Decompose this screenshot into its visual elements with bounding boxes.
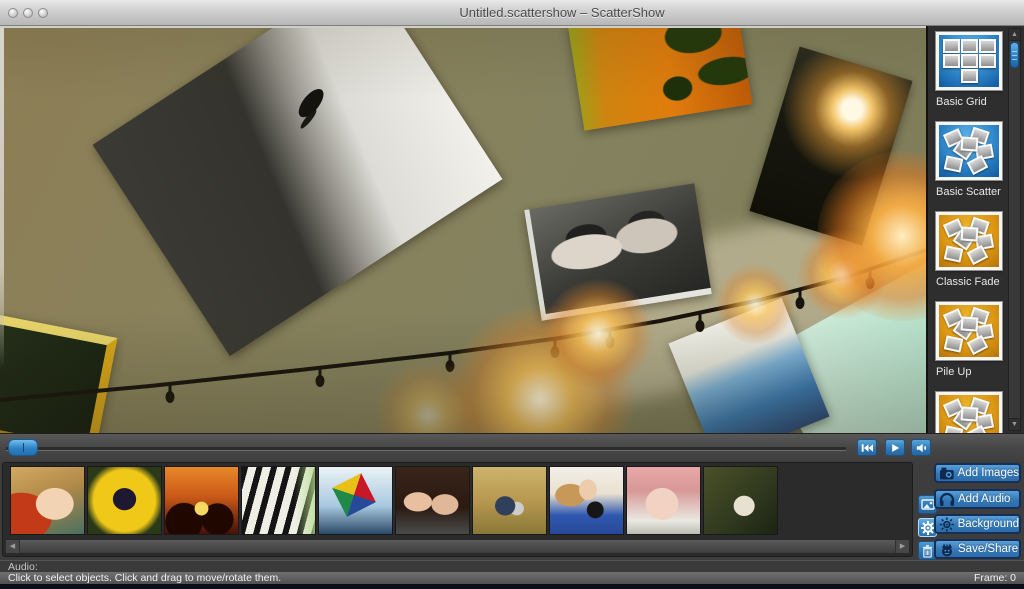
template-thumbnail[interactable] — [936, 392, 1002, 433]
mini-photo — [961, 39, 978, 53]
mini-photo — [944, 335, 964, 352]
add-images-button[interactable]: Add Images — [934, 463, 1021, 483]
filmstrip — [11, 467, 777, 534]
camera-icon — [939, 466, 955, 481]
mini-photo — [944, 155, 964, 172]
mini-photo — [979, 54, 996, 68]
filmstrip-thumbnail[interactable] — [550, 467, 623, 534]
template-thumbnail[interactable] — [936, 212, 1002, 270]
filmstrip-panel: ◀ ▶ — [2, 462, 913, 557]
transport-bar — [0, 433, 1024, 461]
scroll-down-icon[interactable]: ▼ — [1009, 418, 1020, 430]
scroll-up-icon[interactable]: ▲ — [1009, 29, 1020, 41]
template-label: Basic Scatter — [936, 186, 1002, 199]
mini-photo — [979, 39, 996, 53]
save-share-button[interactable]: Save/Share — [934, 539, 1021, 559]
background-button[interactable]: Background — [934, 514, 1021, 534]
play-button[interactable] — [885, 439, 905, 456]
scroll-right-icon[interactable]: ▶ — [895, 540, 909, 553]
audio-status-bar: Audio: — [0, 560, 1024, 572]
add-images-label: Add Images — [958, 467, 1019, 479]
filmstrip-thumbnail[interactable] — [165, 467, 238, 534]
volume-button[interactable] — [911, 439, 931, 456]
background-label: Background — [958, 518, 1019, 530]
template-thumbnail[interactable] — [936, 302, 1002, 360]
crown-icon — [939, 542, 955, 557]
mini-photo — [961, 226, 979, 241]
mini-photo — [961, 406, 979, 421]
canvas-left-edge — [0, 28, 4, 368]
background-image-icon — [921, 498, 935, 511]
filmstrip-thumbnail[interactable] — [627, 467, 700, 534]
mini-photo — [943, 54, 960, 68]
template-thumbnail[interactable] — [936, 122, 1002, 180]
template-list: Basic Grid Basic Scatter Classic Fade Pi… — [936, 32, 1002, 433]
play-icon — [890, 443, 900, 453]
template-item-basic-grid[interactable]: Basic Grid — [936, 32, 1002, 109]
template-item-partial[interactable] — [936, 392, 1002, 433]
filmstrip-scrollbar[interactable]: ◀ ▶ — [5, 539, 910, 554]
title-bar[interactable]: Untitled.scattershow – ScatterShow — [0, 0, 1024, 26]
filmstrip-thumbnail[interactable] — [704, 467, 777, 534]
template-label: Basic Grid — [936, 96, 1002, 109]
headphones-icon — [939, 492, 955, 507]
filmstrip-thumbnail[interactable] — [396, 467, 469, 534]
desktop-strip — [0, 584, 1024, 589]
template-item-basic-scatter[interactable]: Basic Scatter — [936, 122, 1002, 199]
mini-photo — [943, 39, 960, 53]
bottom-panel: ◀ ▶ — [0, 461, 1024, 560]
preview-canvas[interactable] — [0, 26, 926, 433]
mini-photo — [944, 245, 964, 262]
mini-photo — [961, 316, 979, 331]
skip-to-start-icon — [861, 443, 873, 453]
frame-counter: Frame: 0 — [974, 572, 1016, 584]
template-label: Classic Fade — [936, 276, 1002, 289]
trash-icon — [921, 544, 934, 558]
filmstrip-thumbnail[interactable] — [319, 467, 392, 534]
window-title: Untitled.scattershow – ScatterShow — [459, 0, 664, 26]
hint-status-bar: Click to select objects. Click and drag … — [0, 572, 1024, 584]
zoom-window-button[interactable] — [38, 8, 48, 18]
hint-text: Click to select objects. Click and drag … — [8, 572, 281, 584]
speaker-icon — [915, 443, 927, 453]
timeline-track[interactable] — [6, 447, 846, 451]
filmstrip-thumbnail[interactable] — [242, 467, 315, 534]
timeline-scrubber-handle[interactable] — [8, 439, 38, 456]
filmstrip-thumbnail[interactable] — [88, 467, 161, 534]
mini-photo — [961, 54, 978, 68]
template-label: Pile Up — [936, 366, 1002, 379]
mini-photo — [961, 136, 979, 151]
close-window-button[interactable] — [8, 8, 18, 18]
kite-graphic — [325, 467, 383, 524]
mini-photo — [961, 69, 978, 83]
template-item-pile-up[interactable]: Pile Up — [936, 302, 1002, 379]
sun-icon — [939, 517, 955, 532]
add-audio-label: Add Audio — [958, 493, 1010, 505]
scattershow-window: Untitled.scattershow – ScatterShow — [0, 0, 1024, 589]
add-audio-button[interactable]: Add Audio — [934, 489, 1021, 509]
scrollbar-thumb[interactable] — [1010, 42, 1019, 68]
save-share-label: Save/Share — [958, 543, 1018, 555]
scroll-left-icon[interactable]: ◀ — [6, 540, 20, 553]
string-lights-wire — [0, 28, 926, 433]
templates-sidebar: Basic Grid Basic Scatter Classic Fade Pi… — [926, 26, 1024, 433]
minimize-window-button[interactable] — [23, 8, 33, 18]
template-item-classic-fade[interactable]: Classic Fade — [936, 212, 1002, 289]
templates-scrollbar[interactable]: ▲ ▼ — [1008, 28, 1021, 431]
skip-to-start-button[interactable] — [857, 439, 877, 456]
filmstrip-thumbnail[interactable] — [11, 467, 84, 534]
template-thumbnail[interactable] — [936, 32, 1002, 90]
filmstrip-thumbnail[interactable] — [473, 467, 546, 534]
settings-gear-icon — [921, 521, 935, 535]
